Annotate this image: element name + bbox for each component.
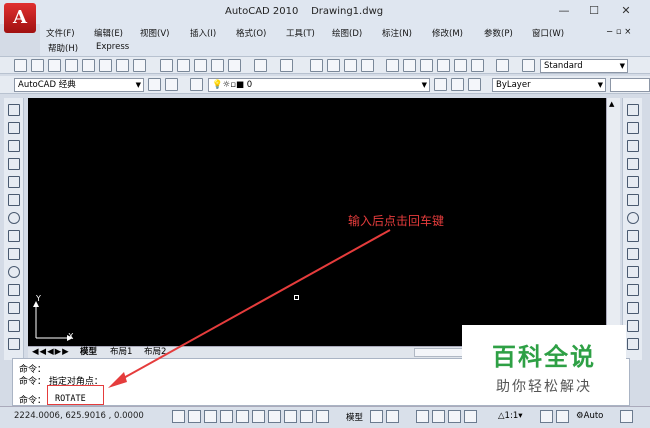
watermark-title: 百科全说 xyxy=(492,343,596,371)
showmotion-icon[interactable] xyxy=(464,410,477,423)
watermark: 百科全说 助你轻松解决 xyxy=(462,325,626,405)
otrack-icon[interactable] xyxy=(252,410,265,423)
snap-icon[interactable] xyxy=(172,410,185,423)
pan-status-icon[interactable] xyxy=(416,410,429,423)
annotation-visibility-icon[interactable] xyxy=(540,410,553,423)
quick-properties-icon[interactable] xyxy=(316,410,329,423)
model-space-button[interactable]: 模型 xyxy=(346,411,363,423)
polar-icon[interactable] xyxy=(220,410,233,423)
dyn-icon[interactable] xyxy=(284,410,297,423)
workspace-switching[interactable]: ⚙Auto xyxy=(576,411,603,421)
ducs-icon[interactable] xyxy=(268,410,281,423)
steering-wheel-icon[interactable] xyxy=(448,410,461,423)
status-bar: 2224.0006, 625.9016 , 0.0000 模型 △1:1▾ ⚙A… xyxy=(0,406,650,428)
ortho-icon[interactable] xyxy=(204,410,217,423)
quick-view-layouts-icon[interactable] xyxy=(370,410,383,423)
auto-scale-icon[interactable] xyxy=(556,410,569,423)
grid-icon[interactable] xyxy=(188,410,201,423)
osnap-icon[interactable] xyxy=(236,410,249,423)
annotation-scale[interactable]: △1:1▾ xyxy=(498,411,523,421)
quick-view-drawings-icon[interactable] xyxy=(386,410,399,423)
watermark-subtitle: 助你轻松解决 xyxy=(496,379,592,395)
coordinates-readout[interactable]: 2224.0006, 625.9016 , 0.0000 xyxy=(14,411,144,421)
lineweight-icon[interactable] xyxy=(300,410,313,423)
zoom-status-icon[interactable] xyxy=(432,410,445,423)
toolbar-lock-icon[interactable] xyxy=(620,410,633,423)
